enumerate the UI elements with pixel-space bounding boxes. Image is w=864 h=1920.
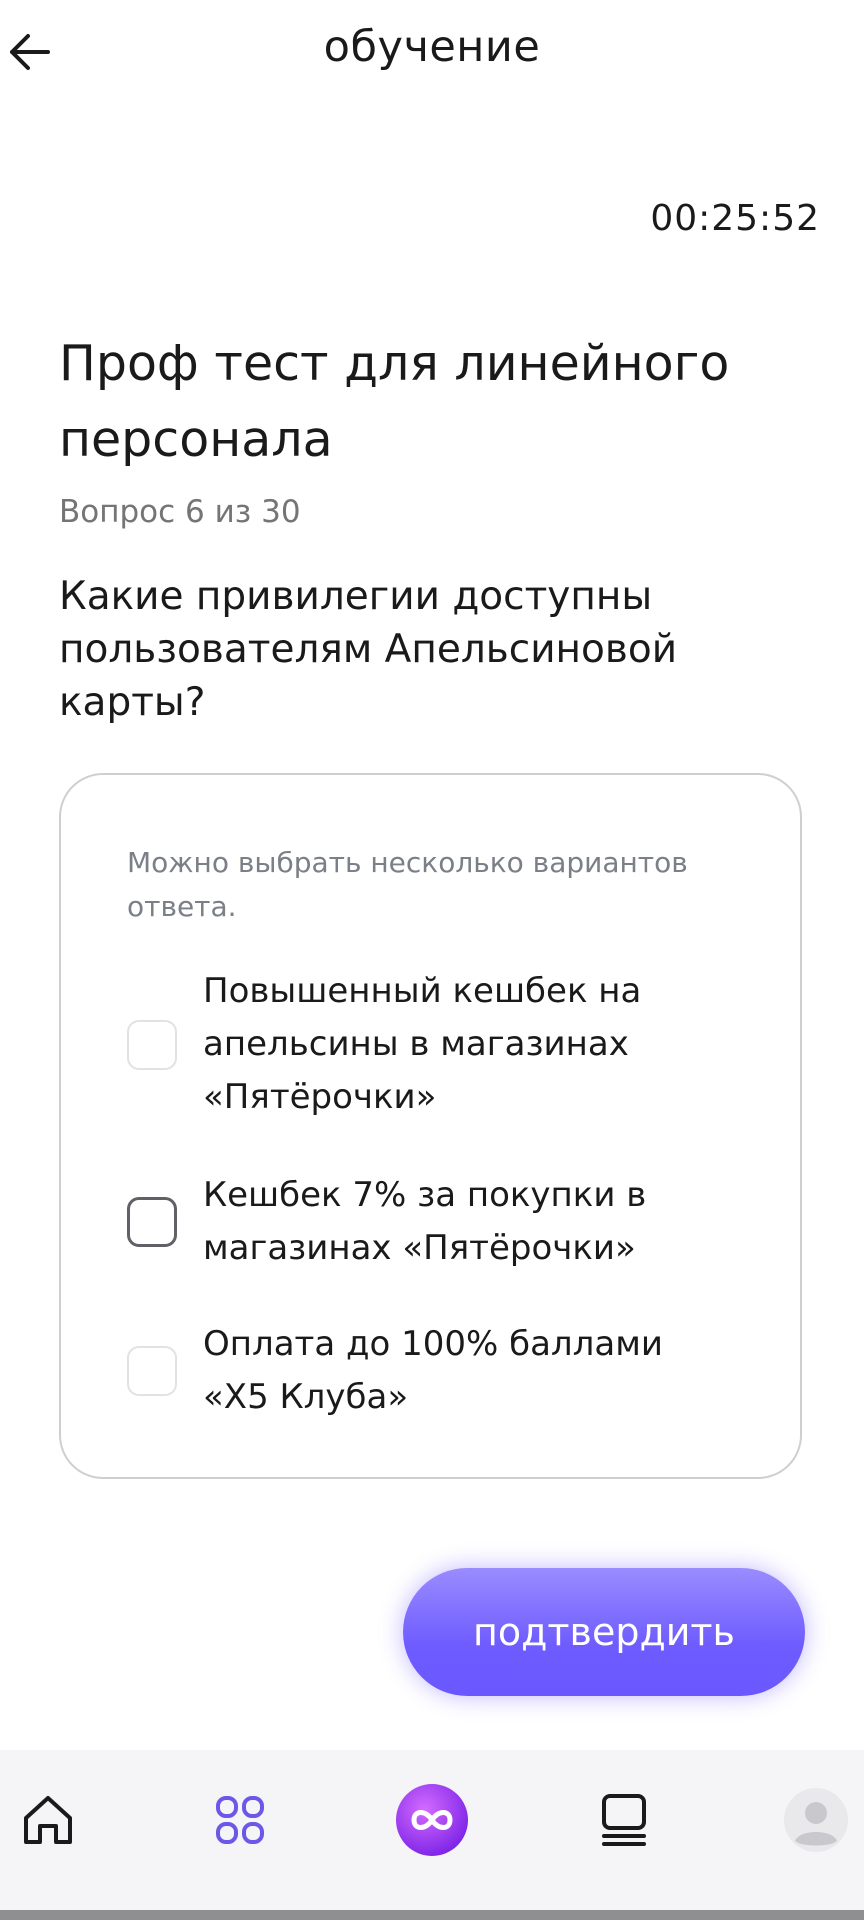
- checkbox[interactable]: [127, 1197, 177, 1247]
- answer-option-label: Повышенный кешбек на апельсины в магазин…: [203, 971, 642, 1117]
- tab-home[interactable]: [8, 1780, 88, 1860]
- system-gesture-bar: [0, 1910, 864, 1920]
- tab-profile[interactable]: [776, 1780, 856, 1860]
- home-icon: [24, 1796, 72, 1844]
- tab-catalog[interactable]: [200, 1780, 280, 1860]
- bottom-navigation: [0, 1750, 864, 1920]
- test-title: Проф тест для линейного персонала: [59, 335, 730, 468]
- tab-courses[interactable]: [584, 1780, 664, 1860]
- answer-option-label: Кешбек 7% за покупки в магазинах «Пятёро…: [203, 1175, 647, 1268]
- timer: 00:25:52: [650, 198, 820, 239]
- infinity-icon: [396, 1784, 468, 1856]
- answer-option-label: Оплата до 100% баллами «Х5 Клуба»: [203, 1324, 663, 1417]
- answers-card: Можно выбрать несколько вариантов ответа…: [59, 773, 802, 1479]
- answer-option[interactable]: Оплата до 100% баллами «Х5 Клуба»: [127, 1318, 747, 1424]
- question-text: Какие привилегии доступны пользователям …: [59, 574, 678, 725]
- avatar-icon: [784, 1788, 848, 1852]
- grid-icon: [216, 1796, 264, 1844]
- confirm-button[interactable]: подтвердить: [403, 1568, 805, 1696]
- page-title: обучение: [323, 22, 541, 72]
- answer-option[interactable]: Кешбек 7% за покупки в магазинах «Пятёро…: [127, 1169, 747, 1275]
- question-counter: Вопрос 6 из 30: [59, 494, 301, 530]
- top-bar: обучение: [0, 0, 864, 110]
- checkbox[interactable]: [127, 1346, 177, 1396]
- answer-option[interactable]: Повышенный кешбек на апельсины в магазин…: [127, 965, 747, 1124]
- checkbox[interactable]: [127, 1019, 177, 1070]
- tab-main[interactable]: [392, 1780, 472, 1860]
- multi-select-hint: Можно выбрать несколько вариантов ответа…: [127, 846, 688, 923]
- courses-icon: [602, 1794, 646, 1846]
